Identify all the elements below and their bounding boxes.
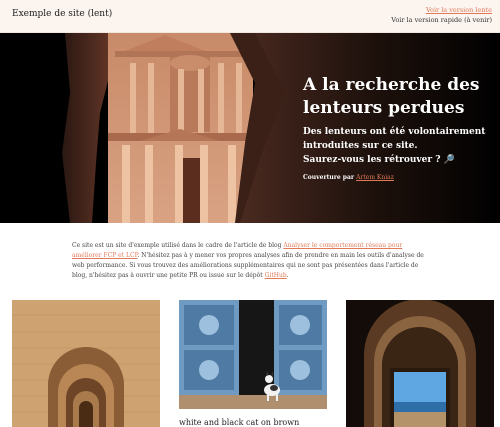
fast-version-link[interactable]: Voir la version rapide (à venir) [391,15,492,25]
hero-title: A la recherche des lenteurs perdues [303,75,480,118]
hero-subtitle: Des lenteurs ont été volontairement intr… [303,125,493,167]
credit-author-link[interactable]: Artem Kniaz [356,174,394,181]
card-caption: white and black cat on brown wooden [179,418,300,427]
card-image-cat-door[interactable] [179,300,327,409]
card-image-arches[interactable] [12,300,160,427]
card-image-archway-sea[interactable] [346,300,494,427]
version-nav: Voir la version lente Voir la version ra… [391,5,492,25]
site-header: Exemple de site (lent) Voir la version l… [0,0,500,33]
intro-text: Ce site est un site d'exemple utilisé da… [72,242,282,249]
intro-paragraph: Ce site est un site d'exemple utilisé da… [72,241,430,281]
slow-version-link[interactable]: Voir la version lente [391,5,492,15]
hero-subtitle-line: Saurez-vous les rétrouver ? 🔎 [303,155,455,165]
hero-subtitle-line: Des lenteurs ont été volontairement [303,127,486,137]
hero-banner: A la recherche des lenteurs perdues Des … [0,33,500,223]
credit-prefix: Couverture par [303,174,355,181]
intro-text: . [286,272,289,279]
github-link[interactable]: GitHub [265,272,287,279]
site-title[interactable]: Exemple de site (lent) [12,9,112,19]
hero-subtitle-line: introduites sur ce site. [303,141,418,151]
cover-credit: Couverture par Artem Kniaz [303,174,394,181]
